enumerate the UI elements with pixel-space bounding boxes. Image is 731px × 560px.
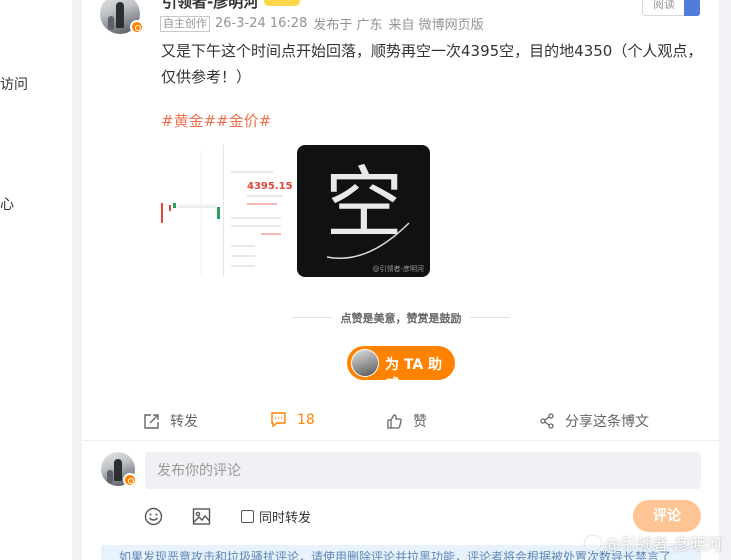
source-tag: 自主创作: [160, 15, 210, 32]
client-source: 来自 微博网页版: [388, 18, 484, 33]
comment-icon: [271, 412, 286, 428]
author-name[interactable]: 引领者-彦明河: [162, 0, 258, 12]
post-image-chart[interactable]: 4395.15: [161, 145, 293, 277]
share-button[interactable]: 分享这条博文: [539, 411, 649, 431]
boost-button[interactable]: 为 TA 助威: [347, 346, 455, 393]
image-watermark: @引领者-彦明河: [372, 265, 424, 273]
thumbs-up-icon: [387, 413, 402, 429]
boost-label: 为 TA 助威: [385, 357, 443, 393]
repost-label: 转发: [170, 414, 198, 430]
share-icon: [540, 413, 554, 429]
screenshot-watermark: @引领者-彦明河: [585, 531, 722, 555]
emoji-button[interactable]: [144, 507, 163, 530]
share-label: 分享这条博文: [565, 414, 649, 430]
comment-count: 18: [297, 411, 315, 428]
comment-input[interactable]: [145, 452, 701, 489]
post-meta: 自主创作 26-3-24 16:28 发布于 广东 来自 微博网页版: [160, 14, 484, 33]
topic-links[interactable]: #黄金##金价#: [161, 110, 271, 131]
like-button[interactable]: 赞: [386, 411, 427, 431]
post-card: 引领者-彦明河 自主创作 26-3-24 16:28 发布于 广东 来自 微博网…: [82, 0, 719, 560]
read-button[interactable]: 阅读: [642, 0, 700, 16]
vip-badge[interactable]: [264, 0, 300, 6]
my-avatar-wrap[interactable]: [101, 452, 137, 487]
weibo-logo-icon: [585, 536, 601, 550]
submit-comment-button[interactable]: 评论: [633, 500, 701, 532]
comment-button[interactable]: 18: [270, 411, 315, 428]
divider: [82, 440, 719, 441]
image-upload-button[interactable]: [192, 507, 211, 530]
timestamp[interactable]: 26-3-24 16:28: [215, 16, 307, 31]
also-repost-label: 同时转发: [259, 511, 312, 526]
checkbox-box[interactable]: [241, 510, 254, 523]
sidebar-fragment[interactable]: 心: [0, 194, 14, 214]
expand-icon: [684, 0, 700, 16]
reward-caption: 点赞是美意，赞赏是鼓励: [292, 310, 510, 326]
verified-icon: [130, 20, 144, 34]
post-image-kong[interactable]: 空 @引领者-彦明河: [297, 145, 430, 277]
location: 发布于 广东: [313, 18, 383, 33]
reward-caption-text: 点赞是美意，赞赏是鼓励: [340, 312, 462, 325]
boost-avatar: [351, 349, 379, 377]
sidebar-fragment[interactable]: 访问: [0, 74, 28, 94]
candlestick-thumbnail: [161, 150, 220, 275]
watermark-text: @引领者-彦明河: [604, 535, 722, 554]
also-repost-checkbox[interactable]: 同时转发: [241, 507, 311, 526]
read-button-label: 阅读: [653, 0, 675, 11]
action-bar: 转发 18 赞 分享这条博文: [82, 402, 719, 438]
emoji-icon: [144, 507, 163, 526]
post-text: 又是下午这个时间点开始回落，顺势再空一次4395空，目的地4350（个人观点，仅…: [161, 42, 703, 86]
repost-icon: [144, 413, 159, 429]
brush-stroke: [326, 222, 410, 259]
repost-button[interactable]: 转发: [143, 411, 198, 431]
chart-price: 4395.15: [247, 181, 293, 192]
like-label: 赞: [413, 414, 427, 430]
image-icon: [192, 508, 211, 525]
verified-icon: [123, 473, 137, 487]
left-sidebar: 访问 心: [0, 0, 72, 560]
